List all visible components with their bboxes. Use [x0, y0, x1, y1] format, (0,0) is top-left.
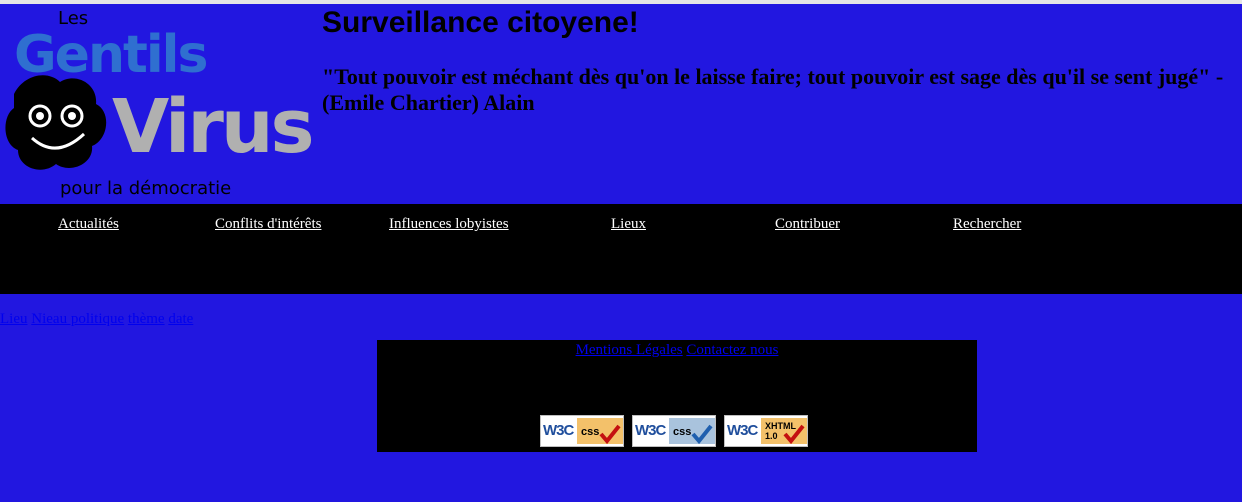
filter-link-niveau-politique[interactable]: Nieau politique [31, 311, 124, 327]
header-quote: "Tout pouvoir est méchant dès qu'on le l… [322, 64, 1224, 115]
nav-link-conflits-interets[interactable]: Conflits d'intérêts [215, 216, 321, 233]
site-logo[interactable]: Les Gentils Virus pour la démocratie [0, 4, 320, 202]
nav-link-actualites[interactable]: Actualités [58, 216, 119, 233]
contact-link[interactable]: Contactez nous [686, 342, 778, 358]
nav-link-influences-lobyistes[interactable]: Influences lobyistes [389, 216, 509, 233]
filter-link-lieu[interactable]: Lieu [0, 311, 28, 327]
checkmark-red-icon [783, 424, 805, 444]
badge-panel: XHTML 1.0 [761, 418, 807, 444]
checkmark-red-icon [599, 424, 621, 444]
w3c-logo-text: W3C [635, 422, 666, 439]
nav-link-contribuer[interactable]: Contribuer [775, 216, 840, 233]
w3c-css-badge[interactable]: W3C css [540, 415, 624, 447]
virus-mascot-icon [5, 75, 107, 170]
filter-link-theme[interactable]: thème [128, 311, 165, 327]
w3c-css-badge-2[interactable]: W3C css [632, 415, 716, 447]
page-title: Surveillance citoyene! [322, 6, 639, 39]
footer: Mentions Légales Contactez nous W3C css … [377, 340, 977, 452]
w3c-xhtml-badge[interactable]: W3C XHTML 1.0 [724, 415, 808, 447]
checkmark-blue-icon [691, 424, 713, 444]
logo-tagline-text: pour la démocratie [60, 178, 231, 199]
logo-virus-text: Virus [112, 84, 312, 170]
badge-label: css [673, 426, 692, 438]
badge-label: css [581, 426, 600, 438]
badge-panel: css [669, 418, 715, 444]
nav-link-rechercher[interactable]: Rechercher [953, 216, 1021, 233]
badge-panel: css [577, 418, 623, 444]
filter-links: Lieu Nieau politique thème date [0, 311, 193, 328]
w3c-logo-text: W3C [727, 422, 758, 439]
w3c-logo-text: W3C [543, 422, 574, 439]
mentions-legales-link[interactable]: Mentions Légales [576, 342, 683, 358]
filter-link-date[interactable]: date [168, 311, 193, 327]
main-navigation: Actualités Conflits d'intérêts Influence… [0, 204, 1242, 294]
nav-link-lieux[interactable]: Lieux [611, 216, 646, 233]
footer-links: Mentions Légales Contactez nous [377, 342, 977, 359]
